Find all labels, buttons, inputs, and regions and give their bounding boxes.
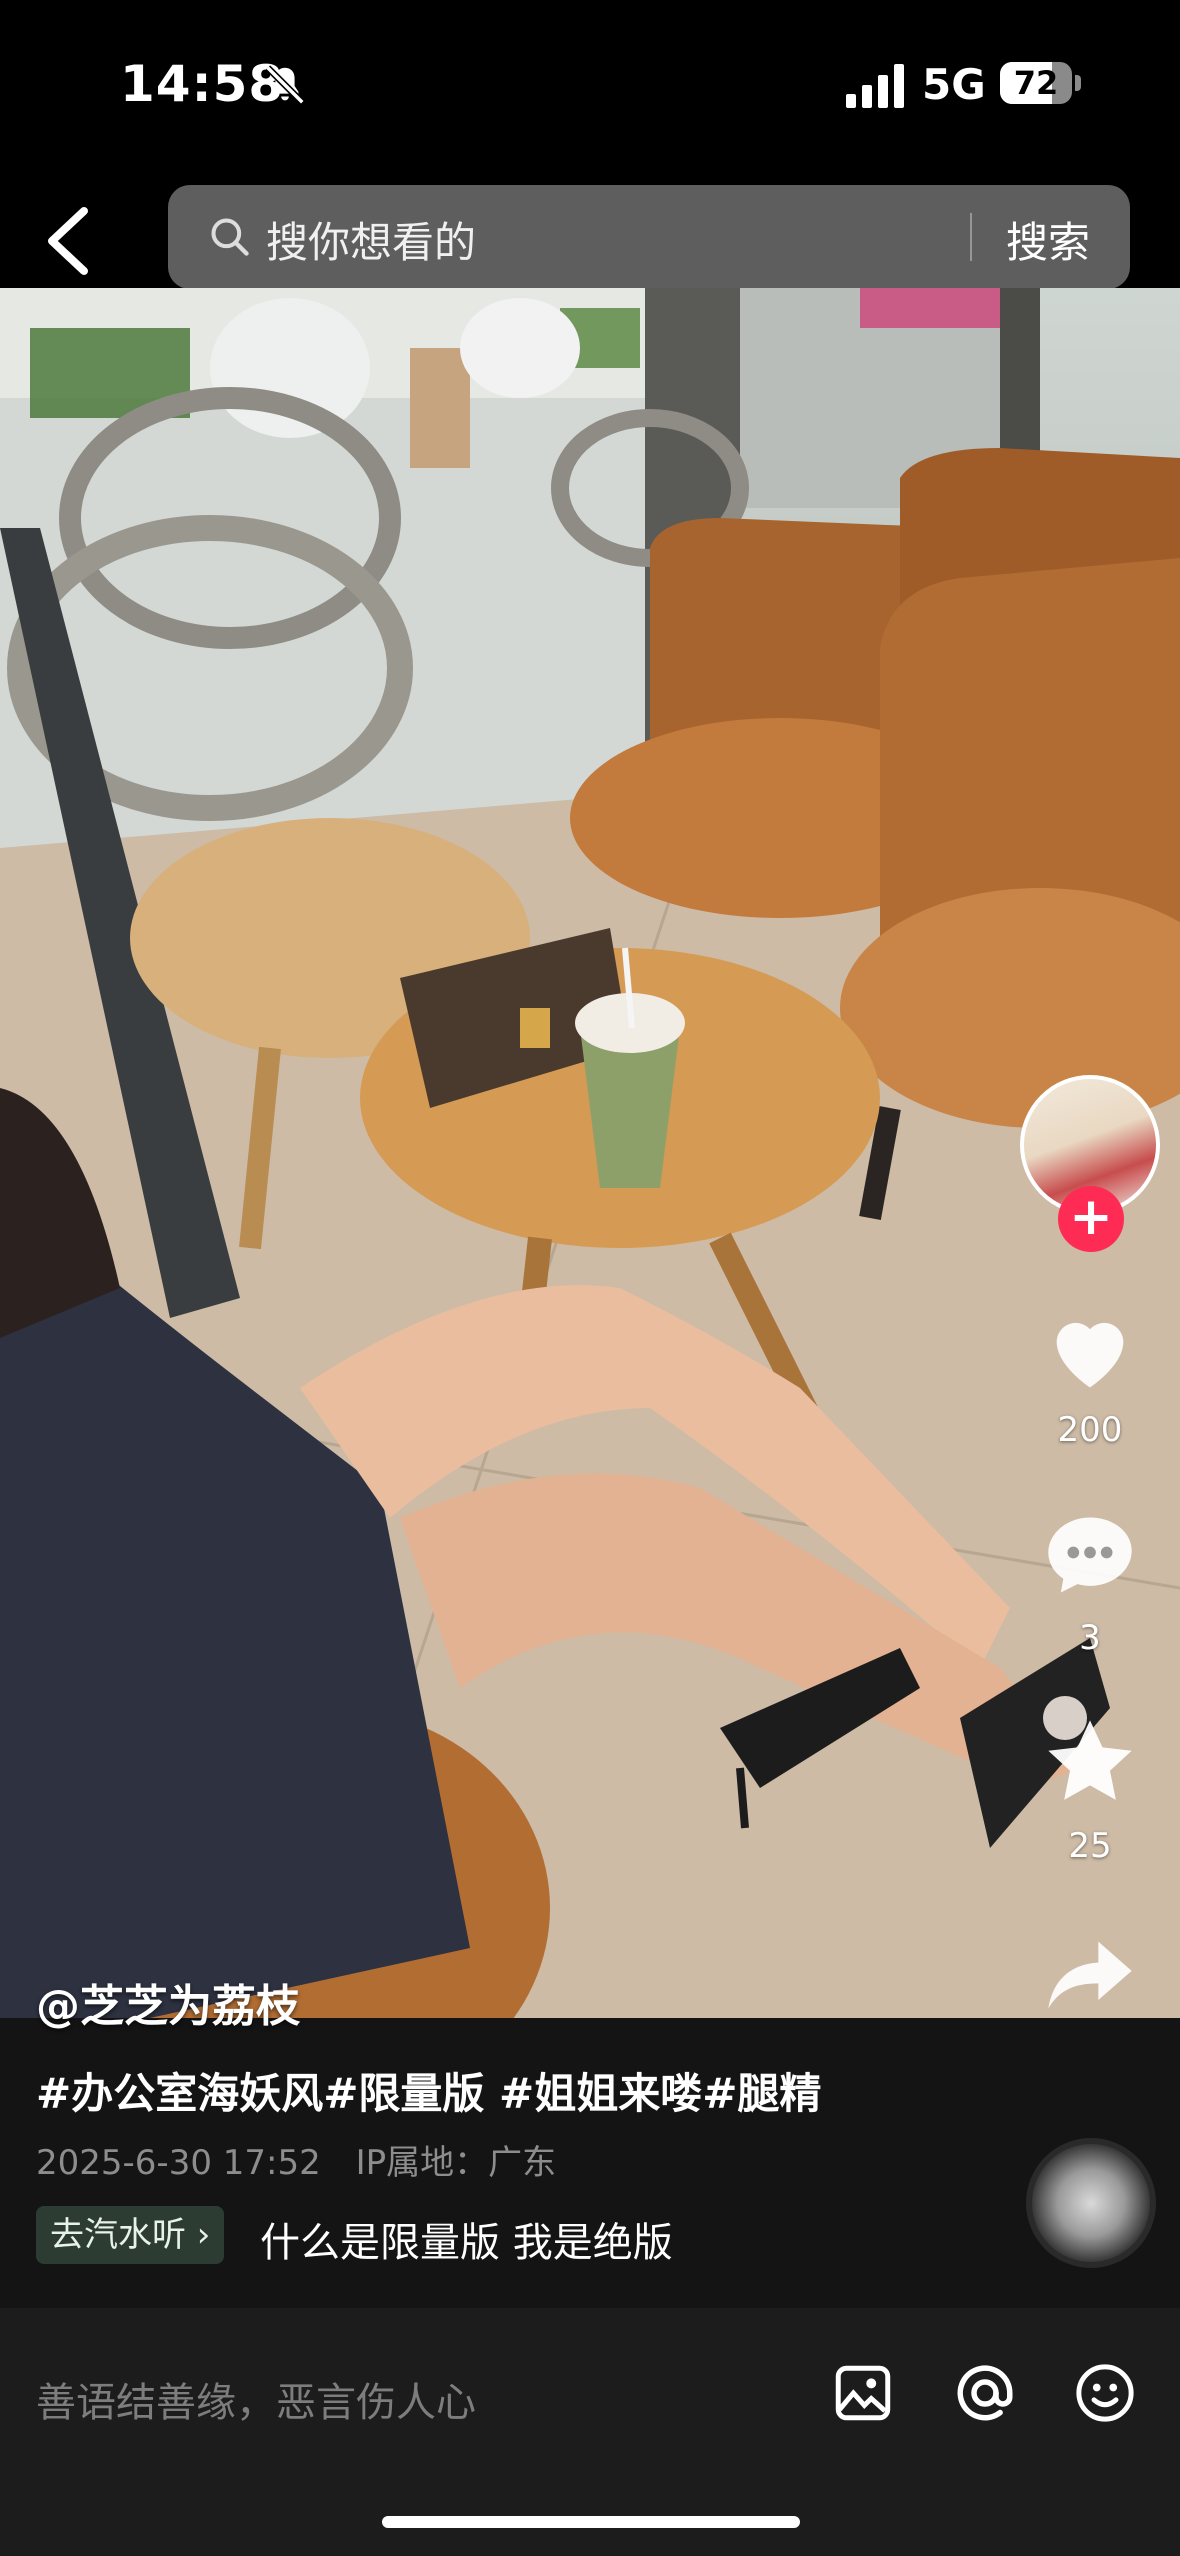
search-bar[interactable]: 搜你想看的 搜索 bbox=[168, 185, 1130, 289]
signal-icon bbox=[846, 64, 904, 108]
search-icon bbox=[211, 218, 249, 256]
comment-icon[interactable] bbox=[1040, 1505, 1140, 1605]
comment-count: 3 bbox=[1079, 1618, 1101, 1658]
emoji-icon[interactable] bbox=[1072, 2360, 1138, 2426]
image-icon[interactable] bbox=[830, 2360, 896, 2426]
star-icon[interactable] bbox=[1040, 1712, 1140, 1812]
comment-input[interactable]: 善语结善缘，恶言伤人心 bbox=[36, 2370, 476, 2428]
network-type: 5G bbox=[922, 60, 986, 109]
back-icon[interactable] bbox=[40, 205, 100, 277]
music-title[interactable]: 什么是限量版 我是绝版 bbox=[260, 2210, 673, 2268]
ip-location: IP属地：广东 bbox=[355, 2143, 557, 2183]
battery-tip bbox=[1075, 75, 1081, 91]
author-name[interactable]: @芝芝为荔枝 bbox=[36, 1970, 300, 2034]
music-app-chip[interactable]: 去汽水听 › bbox=[36, 2206, 225, 2264]
favorite-count: 25 bbox=[1068, 1826, 1112, 1866]
video-content[interactable] bbox=[0, 288, 1180, 2018]
at-icon[interactable] bbox=[952, 2360, 1018, 2426]
post-meta: 2025-6-30 17:52 IP属地：广东 bbox=[36, 2135, 580, 2184]
home-indicator[interactable] bbox=[382, 2516, 800, 2528]
share-icon[interactable] bbox=[1040, 1925, 1140, 2025]
status-bar: 14:58 5G 72 bbox=[0, 0, 1180, 175]
post-date: 2025-6-30 17:52 bbox=[36, 2143, 321, 2183]
music-disc[interactable] bbox=[1026, 2138, 1156, 2268]
battery-percent: 72 bbox=[1013, 64, 1059, 102]
follow-button[interactable]: + bbox=[1058, 1186, 1124, 1252]
like-count: 200 bbox=[1057, 1410, 1123, 1450]
comment-bar: 善语结善缘，恶言伤人心 bbox=[0, 2308, 1180, 2556]
post-hashtags[interactable]: #办公室海妖风#限量版 #姐姐来喽#腿精 bbox=[36, 2060, 821, 2121]
mute-bell-icon bbox=[265, 65, 305, 105]
cafe-scene-image bbox=[0, 288, 1180, 2018]
battery-indicator: 72 bbox=[1000, 62, 1072, 104]
search-divider bbox=[970, 213, 972, 261]
heart-icon[interactable] bbox=[1040, 1300, 1140, 1400]
search-input[interactable]: 搜你想看的 bbox=[266, 209, 476, 270]
search-button[interactable]: 搜索 bbox=[1006, 209, 1090, 270]
status-time: 14:58 bbox=[120, 55, 285, 113]
